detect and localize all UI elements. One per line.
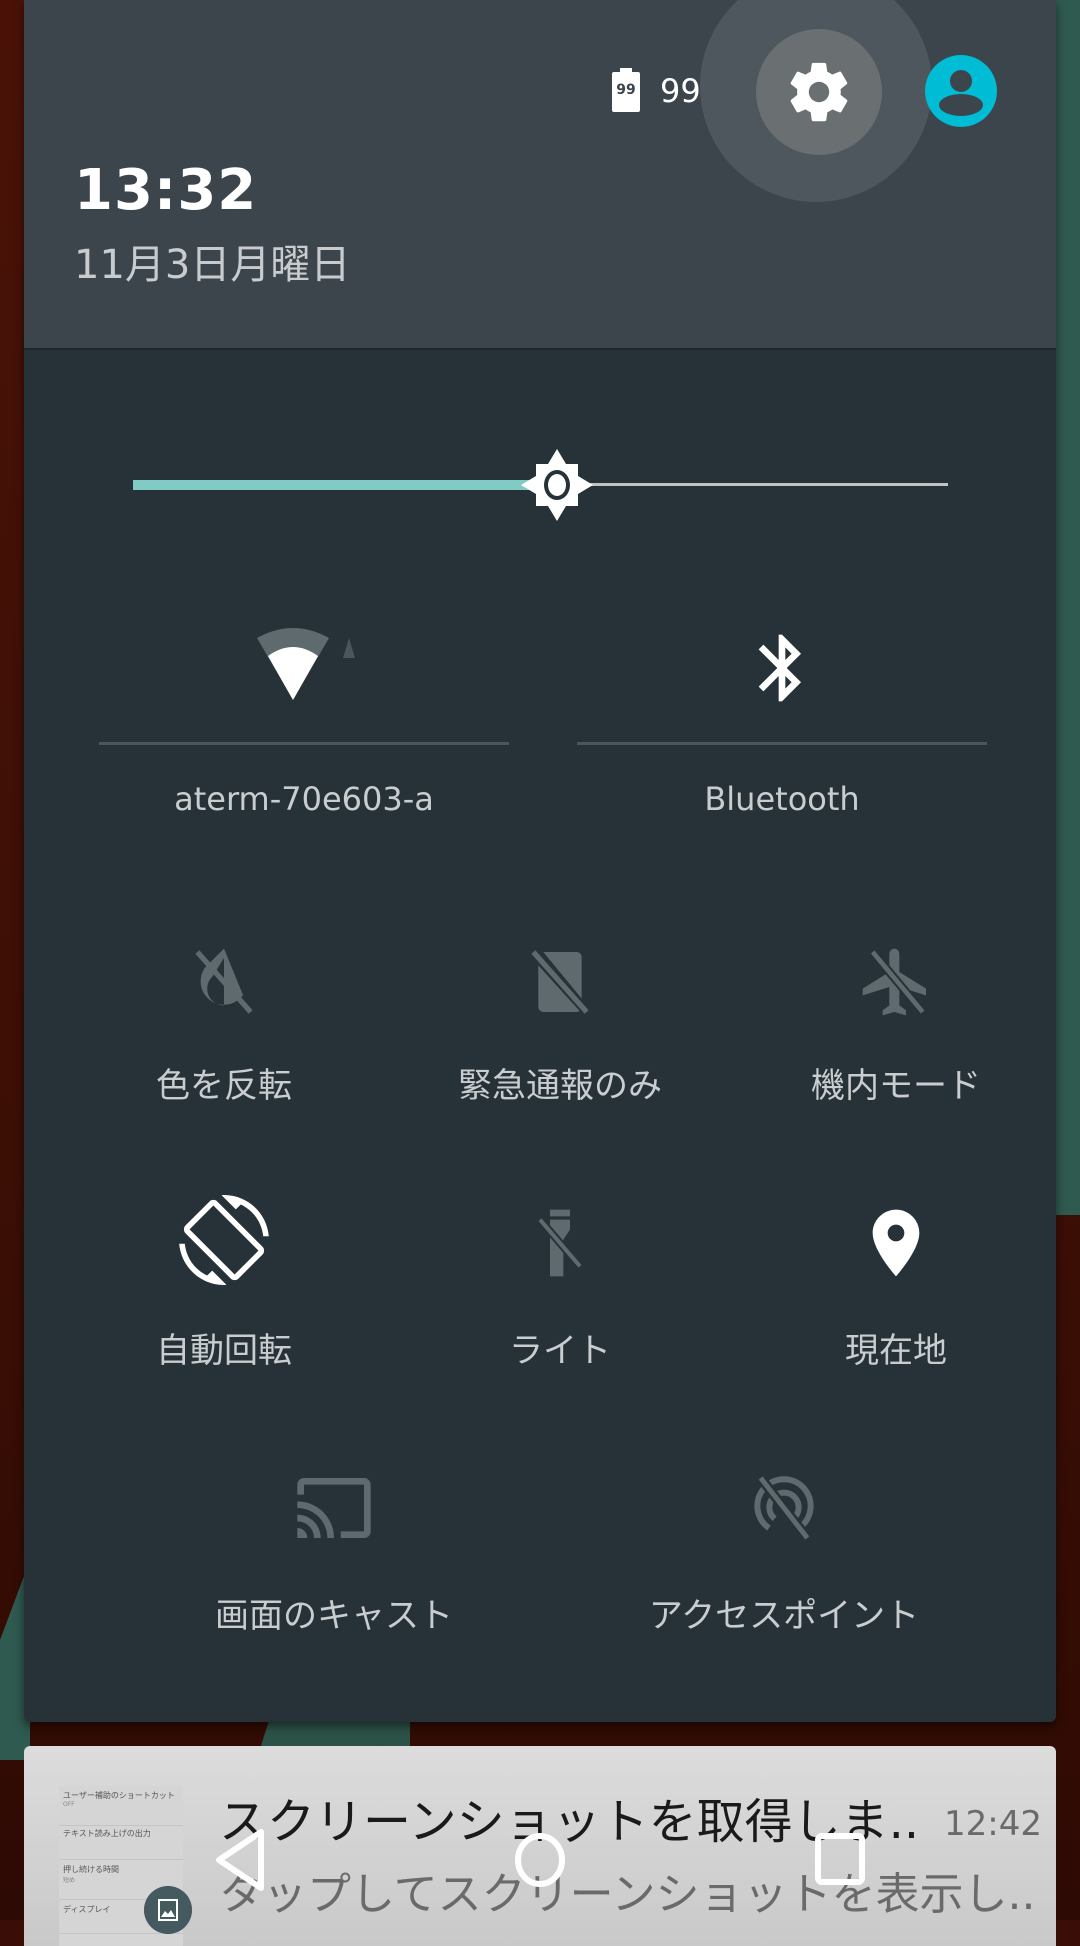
screen-rotation-icon [179,1195,269,1285]
tile-label: 色を反転 [156,1066,292,1106]
no-sim-icon [531,950,589,1014]
tile-invert-colors[interactable]: 色を反転 [64,930,384,1130]
quick-settings-panel: 13:32 11月3日月曜日 99 99% aterm-70e603-a Blu… [24,0,1056,1722]
date[interactable]: 11月3日月曜日 [74,232,350,290]
tile-wifi[interactable]: aterm-70e603-a [99,620,509,840]
home-icon[interactable] [500,1820,580,1900]
battery-icon: 99 [612,68,640,112]
tile-emergency-only[interactable]: 緊急通報のみ [400,930,720,1130]
tile-cast[interactable]: 画面のキャスト [154,1460,514,1660]
tile-label: アクセスポイント [648,1596,920,1636]
tile-bluetooth[interactable]: Bluetooth [577,620,987,840]
account-circle-icon[interactable] [924,54,998,128]
tile-location[interactable]: 現在地 [736,1195,1056,1395]
location-pin-icon [872,1209,920,1277]
tile-flashlight[interactable]: ライト [400,1195,720,1395]
tile-auto-rotate[interactable]: 自動回転 [64,1195,384,1395]
invert-colors-off-icon [195,948,253,1014]
tile-label: 機内モード [811,1066,981,1106]
wifi-icon [257,628,355,700]
tile-label: ライト [509,1331,611,1371]
tile-label: aterm-70e603-a [174,780,434,818]
battery-icon-digits: 99 [616,82,636,98]
airplane-off-icon [862,948,926,1016]
navigation-bar [0,1800,1080,1920]
tile-hotspot[interactable]: アクセスポイント [594,1460,974,1660]
flashlight-off-icon [536,1209,584,1277]
tile-label: 画面のキャスト [215,1596,453,1636]
brightness-thumb-icon[interactable] [519,447,595,523]
wifi-divider [99,742,509,745]
tile-label: Bluetooth [704,780,860,818]
tile-label: 自動回転 [156,1331,292,1371]
gear-icon[interactable] [784,57,854,127]
clock[interactable]: 13:32 [74,158,257,223]
bluetooth-divider [577,742,987,745]
tile-label: 現在地 [845,1331,947,1371]
quick-settings-header: 13:32 11月3日月曜日 99 99% [24,0,1056,350]
recents-icon[interactable] [800,1820,880,1900]
bluetooth-icon [758,634,802,702]
hotspot-off-icon [754,1474,814,1542]
back-icon[interactable] [205,1820,285,1900]
brightness-slider[interactable] [133,449,948,521]
tile-label: 緊急通報のみ [458,1066,662,1106]
cast-icon [297,1478,371,1538]
brightness-fill [133,480,557,490]
tile-airplane-mode[interactable]: 機内モード [736,930,1056,1130]
